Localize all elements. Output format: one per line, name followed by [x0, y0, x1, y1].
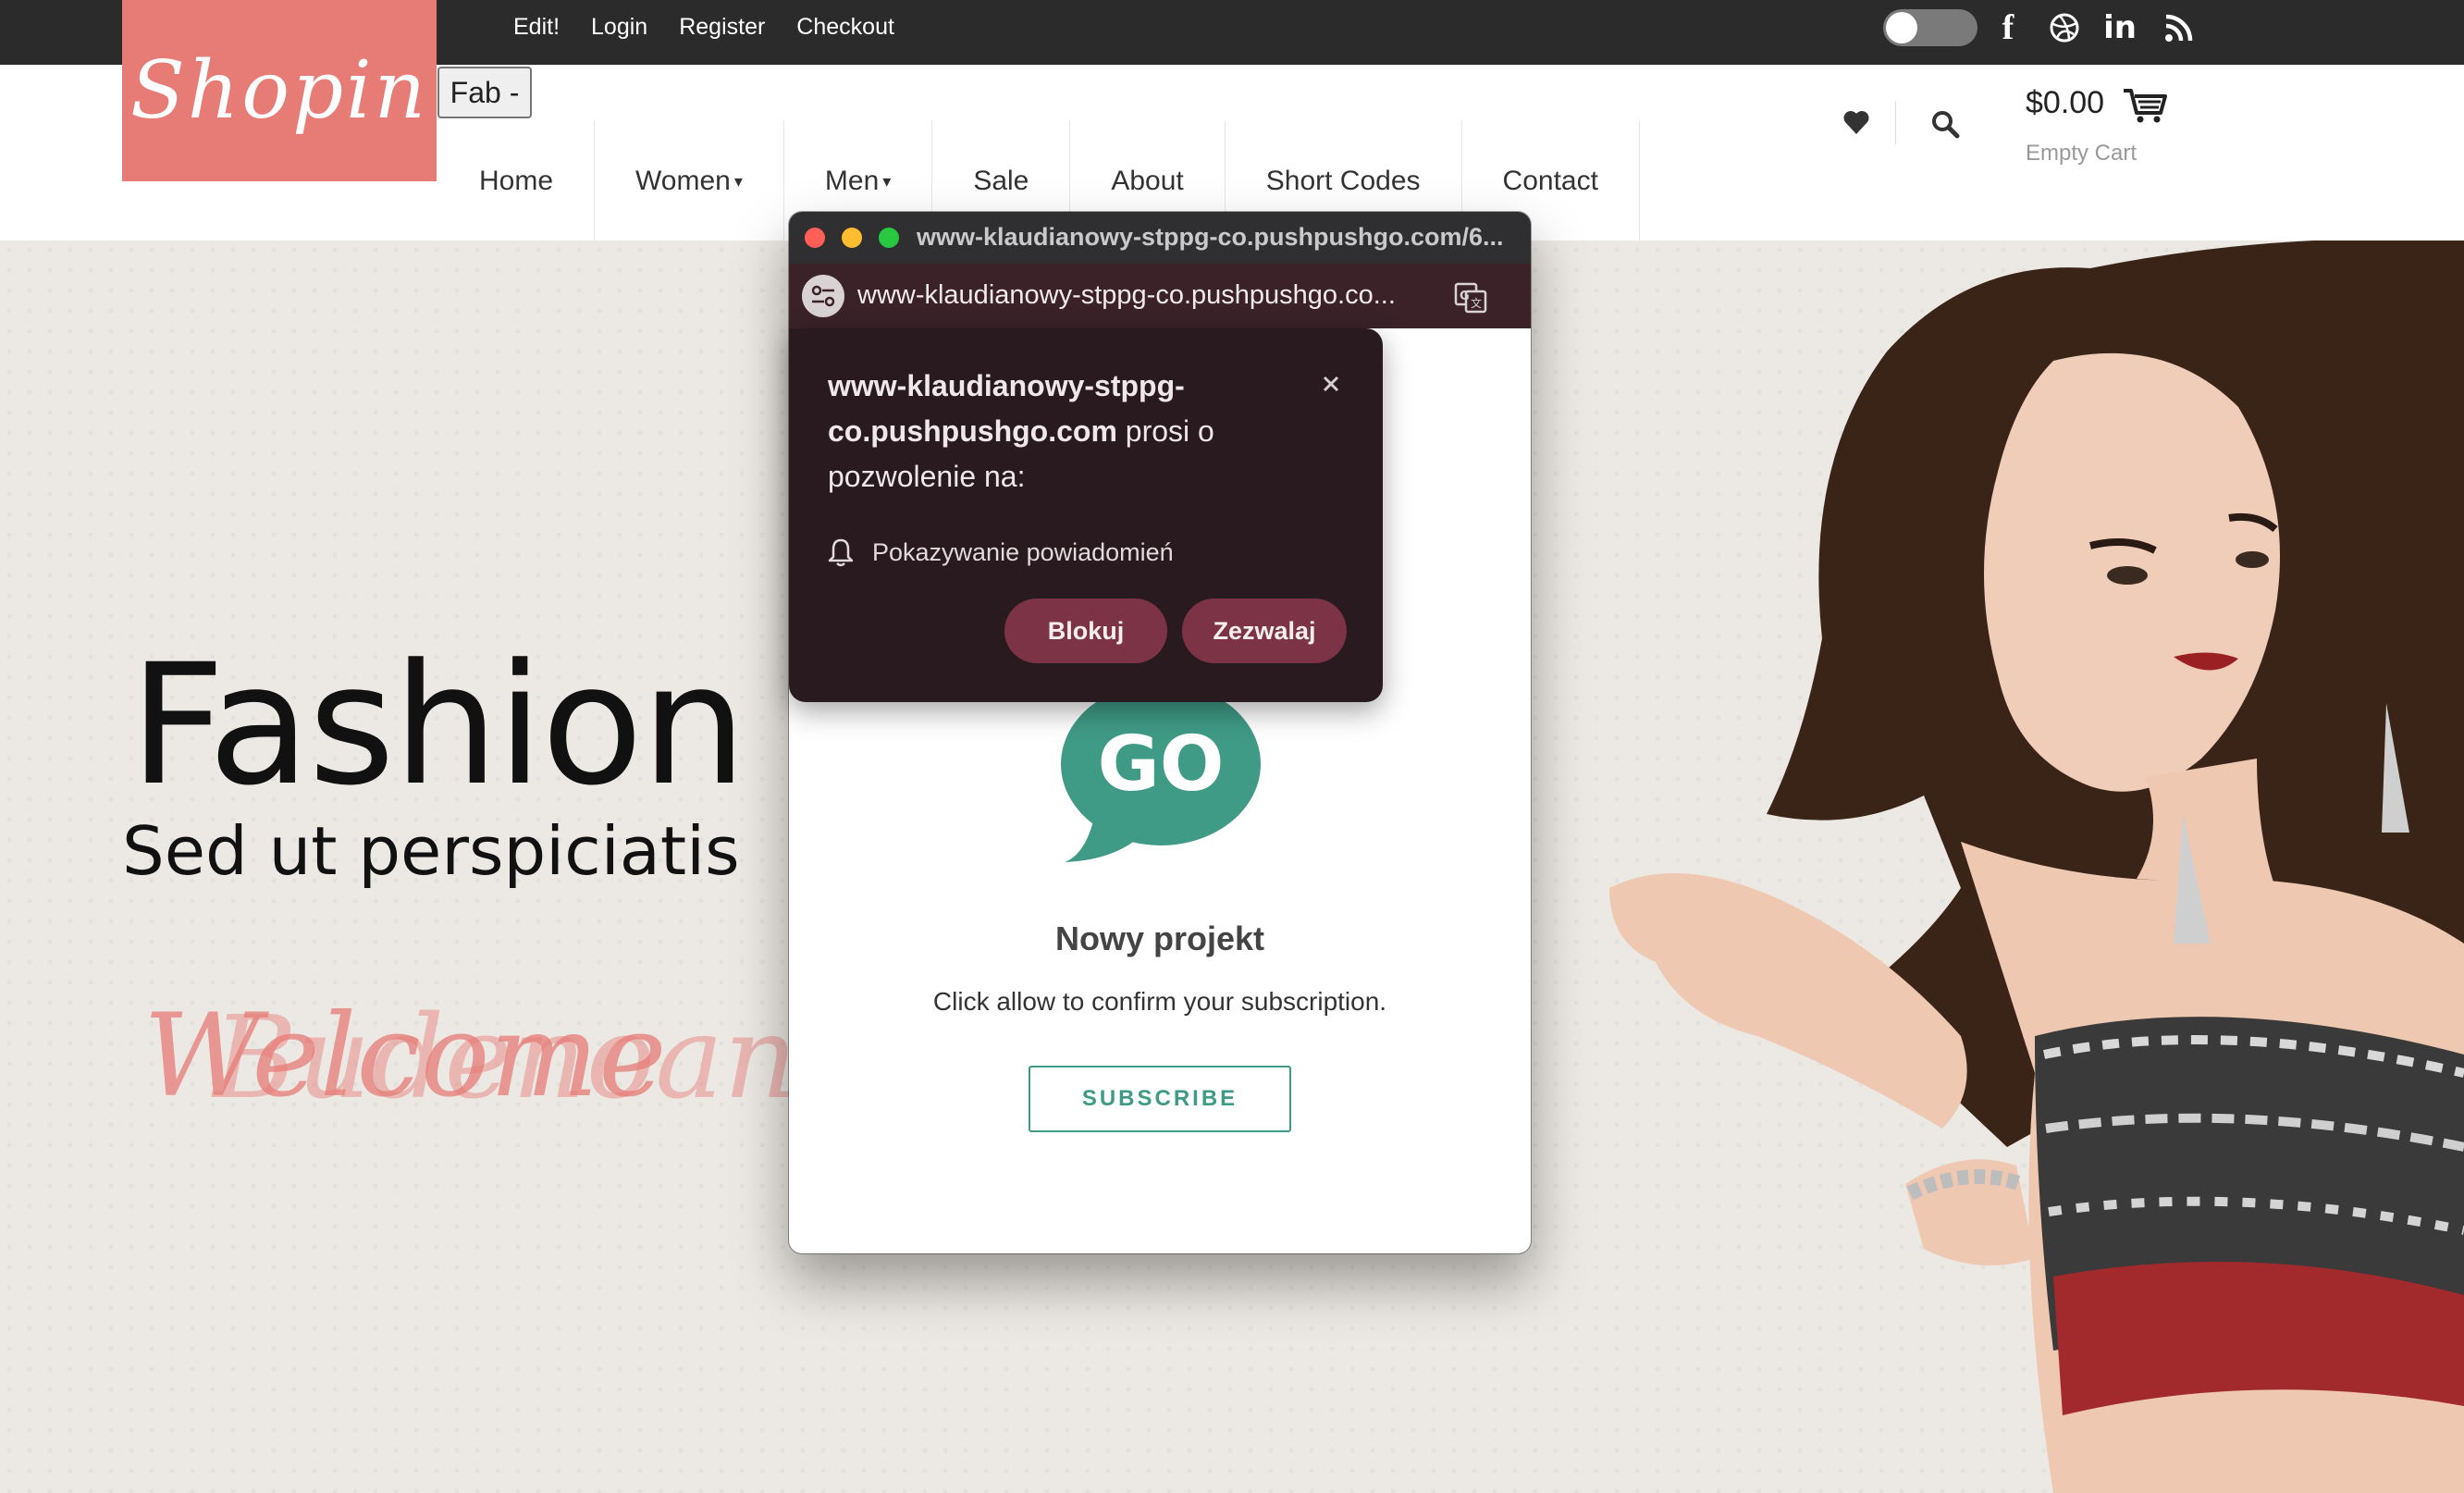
top-link-checkout[interactable]: Checkout [796, 14, 894, 41]
nav-home[interactable]: Home [437, 120, 596, 242]
logo-text: Shopin [129, 44, 429, 137]
close-icon[interactable] [1316, 369, 1346, 399]
zoom-window-button[interactable] [879, 228, 899, 248]
project-description: Click allow to confirm your subscription… [932, 987, 1387, 1016]
permission-heading: www-klaudianowy-stppg- co.pushpushgo.com… [828, 364, 1309, 500]
svg-text:G: G [1460, 290, 1470, 303]
minimize-window-button[interactable] [842, 228, 862, 248]
hero-subtitle: Sed ut perspiciatis [122, 812, 740, 890]
toggle-knob [1886, 12, 1917, 43]
permission-dialog: www-klaudianowy-stppg- co.pushpushgo.com… [789, 328, 1383, 702]
allow-button[interactable]: Zezwalaj [1182, 598, 1347, 663]
linkedin-icon[interactable]: in [2101, 9, 2138, 46]
site-name-line2: co.pushpushgo.com [828, 414, 1117, 448]
nav-about-label: About [1111, 166, 1184, 196]
search-icon[interactable] [1927, 105, 1964, 142]
request-text: prosi o [1116, 414, 1214, 448]
go-logo: GO [1061, 683, 1261, 862]
svg-text:文: 文 [1471, 296, 1482, 310]
dribbble-icon[interactable] [2046, 9, 2083, 46]
window-titlebar[interactable]: www-klaudianowy-stppg-co.pushpushgo.com/… [789, 212, 1531, 264]
fab-tag: Fab - [437, 67, 532, 118]
chevron-down-icon: ▾ [733, 171, 743, 191]
top-link-edit[interactable]: Edit! [513, 14, 560, 41]
rss-icon[interactable] [2161, 9, 2198, 46]
project-title: Nowy projekt [1054, 919, 1265, 957]
nav-sale-label: Sale [973, 166, 1029, 196]
nav-home-label: Home [479, 166, 554, 196]
subscribe-button[interactable]: SUBSCRIBE [1029, 1066, 1291, 1132]
site-settings-icon[interactable] [802, 275, 844, 317]
permission-item: Pokazywanie powiadomień [828, 534, 1174, 571]
hero-script-overlay: Budenoanc [213, 992, 862, 1125]
chevron-down-icon: ▾ [882, 171, 892, 191]
heart-icon[interactable] [1838, 104, 1875, 141]
site-name-line1: www-klaudianowy-stppg- [828, 369, 1185, 402]
window-title: www-klaudianowy-stppg-co.pushpushgo.com/… [917, 223, 1504, 251]
nav-women-label: Women [635, 166, 731, 196]
shopin-logo[interactable]: Shopin [122, 0, 437, 181]
request-text-line3: pozwolenie na: [828, 460, 1026, 493]
url-text[interactable]: www-klaudianowy-stppg-co.pushpushgo.co..… [857, 280, 1396, 311]
facebook-icon[interactable]: f [1994, 8, 2022, 47]
bell-icon [828, 538, 854, 567]
nav-short-codes-label: Short Codes [1265, 166, 1421, 196]
top-link-register[interactable]: Register [679, 14, 765, 41]
close-window-button[interactable] [805, 228, 825, 248]
top-links: Edit! Login Register Checkout [513, 0, 894, 54]
translate-icon[interactable]: G文 [1454, 280, 1487, 314]
cart-total[interactable]: $0.00 [2026, 85, 2104, 121]
cart-icon[interactable] [2122, 87, 2168, 124]
url-bar: www-klaudianowy-stppg-co.pushpushgo.co..… [789, 264, 1531, 328]
model-photo [1609, 241, 2464, 1493]
nav-contact-label: Contact [1502, 166, 1598, 196]
top-link-login[interactable]: Login [591, 14, 647, 41]
go-logo-text: GO [1097, 721, 1224, 808]
nav-women[interactable]: Women ▾ [595, 120, 784, 242]
nav-men-label: Men [824, 166, 880, 196]
block-button[interactable]: Blokuj [1004, 598, 1167, 663]
permission-label: Pokazywanie powiadomień [872, 537, 1174, 566]
cart-status: Empty Cart [2026, 141, 2138, 166]
header-divider [1895, 102, 1896, 144]
theme-toggle[interactable] [1883, 9, 1977, 46]
